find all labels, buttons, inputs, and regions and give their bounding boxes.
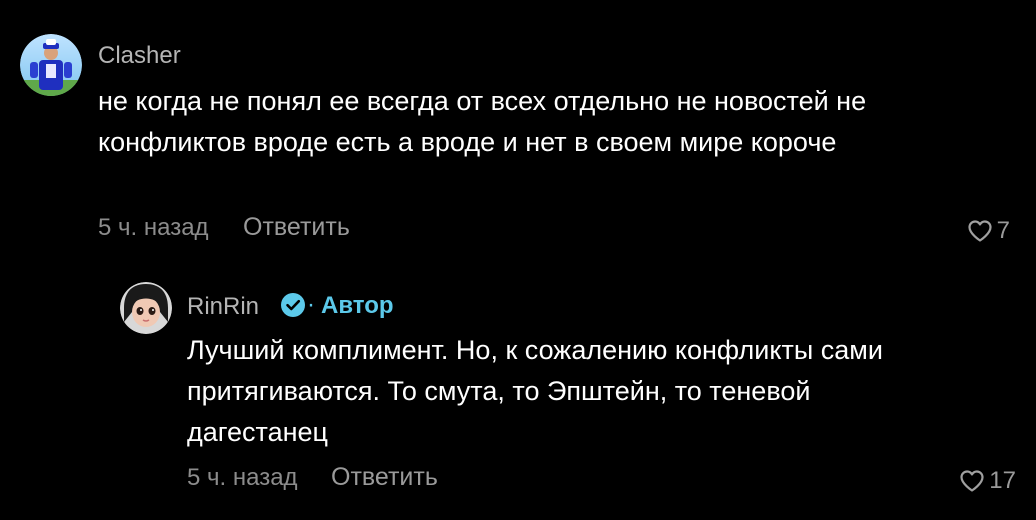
comment-text: Лучший комплимент. Но, к сожалению конфл… <box>187 335 883 447</box>
reply-button[interactable]: Ответить <box>331 463 438 492</box>
comment-text: не когда не понял ее всегда от всех отде… <box>98 86 867 157</box>
comment: Clasher не когда не понял ее всегда от в… <box>0 0 1036 260</box>
comment-timestamp: 5 ч. назад <box>98 214 209 241</box>
like-count: 17 <box>989 467 1016 494</box>
heart-icon <box>960 470 984 492</box>
like-button[interactable]: 17 <box>959 467 1016 495</box>
heart-icon <box>968 220 992 242</box>
user-avatar-icon <box>20 34 82 96</box>
like-button[interactable]: 7 <box>967 217 1010 245</box>
verified-badge-icon <box>281 293 305 317</box>
like-count: 7 <box>996 217 1010 244</box>
author-badge: Автор <box>321 292 394 319</box>
reply-comment: RinRin · Автор Лучший комплимент. Но, к … <box>0 270 1036 520</box>
comment-timestamp: 5 ч. назад <box>187 464 298 491</box>
username[interactable]: Clasher <box>98 42 181 70</box>
avatar[interactable] <box>20 34 82 96</box>
user-avatar-icon <box>120 282 172 334</box>
reply-button[interactable]: Ответить <box>243 213 350 242</box>
avatar[interactable] <box>120 282 172 334</box>
separator-dot: · <box>307 291 315 318</box>
username[interactable]: RinRin <box>187 293 259 321</box>
